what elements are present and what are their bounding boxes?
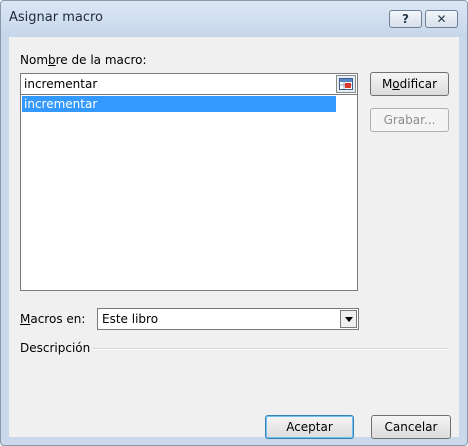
macros-in-select[interactable]: Este libro xyxy=(97,308,359,330)
macros-in-value: Este libro xyxy=(102,312,159,326)
macro-name-label: Nombre de la macro: xyxy=(20,53,147,67)
dialog-title: Asignar macro xyxy=(9,10,104,25)
modify-button[interactable]: Modificar xyxy=(370,72,449,96)
macros-in-label: Macros en: xyxy=(20,312,86,326)
macro-name-value: incrementar xyxy=(24,77,98,91)
list-item[interactable]: incrementar xyxy=(22,96,336,112)
macro-list[interactable]: incrementar xyxy=(20,94,358,291)
help-button[interactable]: ? xyxy=(389,10,422,28)
close-button[interactable]: ✕ xyxy=(425,10,458,28)
record-button[interactable]: Grabar... xyxy=(370,108,449,132)
title-bar: Asignar macro ? ✕ xyxy=(1,1,467,37)
dropdown-arrow-icon xyxy=(344,316,353,322)
cancel-button[interactable]: Cancelar xyxy=(371,415,451,439)
description-label: Descripción xyxy=(20,341,91,355)
assign-macro-dialog: Asignar macro ? ✕ Nombre de la macro: in… xyxy=(0,0,468,446)
help-icon: ? xyxy=(402,12,409,26)
ok-button[interactable]: Aceptar xyxy=(265,415,354,439)
range-select-icon xyxy=(339,78,353,90)
macro-name-input[interactable]: incrementar xyxy=(20,73,358,95)
range-select-button[interactable] xyxy=(336,75,356,93)
description-divider xyxy=(93,348,448,350)
dialog-body: Nombre de la macro: incrementar incremen… xyxy=(9,37,459,439)
close-icon: ✕ xyxy=(436,12,447,26)
dropdown-arrow-button[interactable] xyxy=(340,310,357,328)
